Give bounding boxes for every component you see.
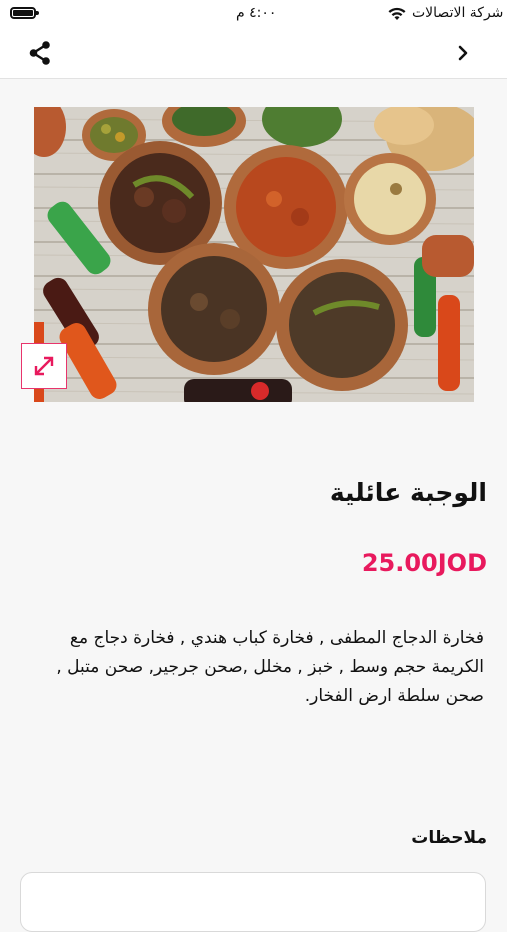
food-photo — [34, 107, 474, 402]
back-button[interactable] — [452, 42, 474, 64]
navigation-bar — [0, 28, 507, 79]
chevron-right-icon — [458, 45, 468, 61]
status-bar: ٤:٠٠ م شركة الاتصالات — [0, 0, 507, 28]
share-icon — [29, 41, 50, 65]
battery-icon — [10, 7, 39, 19]
carrier-name: شركة الاتصالات — [412, 5, 504, 21]
product-title: الوجبة عائلية — [329, 478, 487, 507]
expand-icon — [34, 356, 54, 376]
status-time: ٤:٠٠ م — [236, 5, 277, 21]
notes-label: ملاحظات — [411, 828, 487, 848]
expand-image-button[interactable] — [21, 343, 67, 389]
product-description: فخارة الدجاج المطفى , فخارة كباب هندي , … — [56, 628, 484, 706]
wifi-icon — [387, 6, 407, 25]
product-image — [34, 107, 474, 402]
product-price: 25.00JOD — [361, 549, 487, 577]
share-button[interactable] — [26, 39, 54, 67]
notes-field[interactable] — [20, 872, 486, 932]
